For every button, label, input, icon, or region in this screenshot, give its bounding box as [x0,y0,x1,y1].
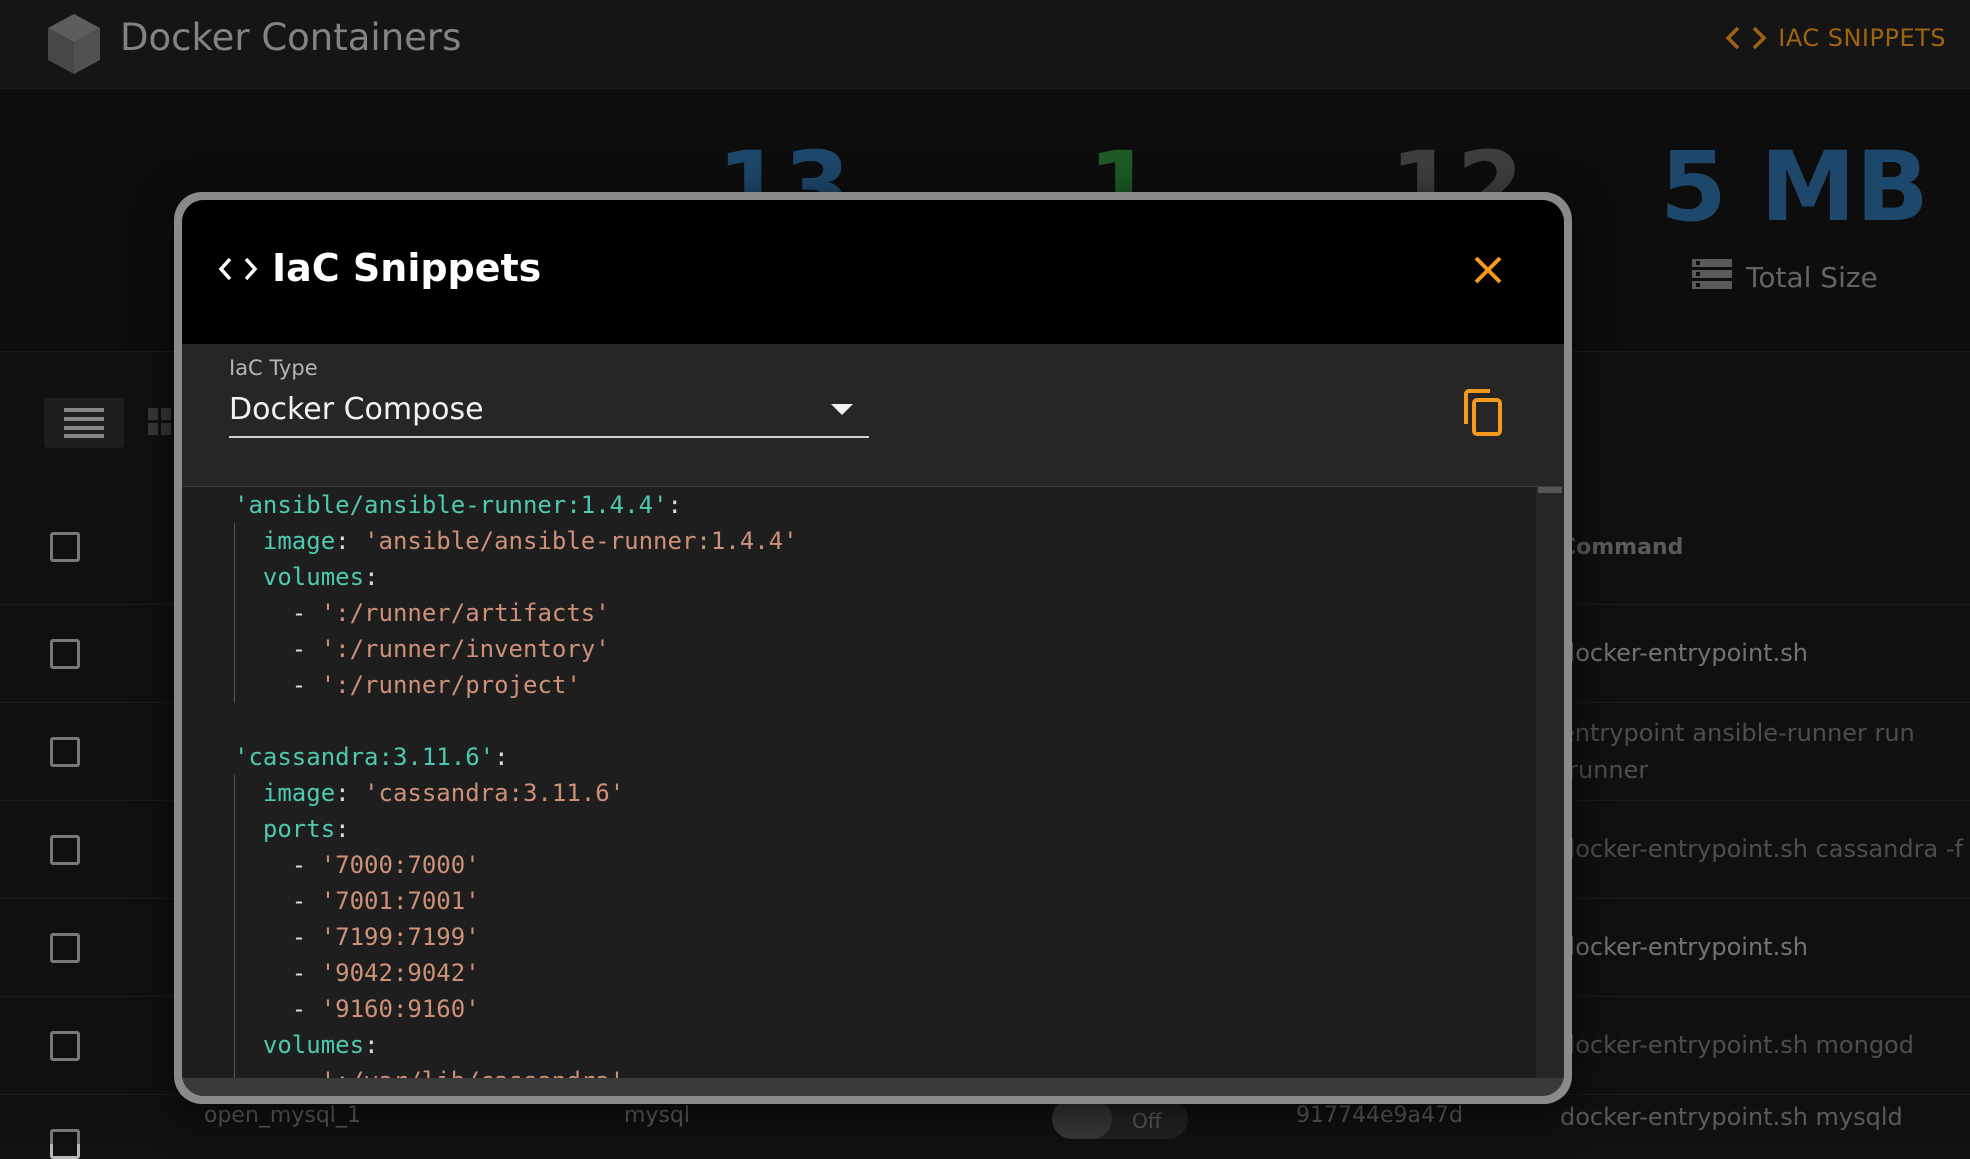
code-line: - '7199:7199' [234,919,798,955]
code-key: 'cassandra:3.11.6' [234,743,495,771]
code-punct: : [667,491,682,519]
code-line: volumes: [234,1027,798,1063]
code-icon [218,257,258,281]
code-snippet-viewer[interactable]: 'ansible/ansible-runner:1.4.4': image: '… [182,487,1542,1084]
code-line: image: 'ansible/ansible-runner:1.4.4' [234,523,798,559]
code-dash: - [291,635,321,663]
code-value: '7199:7199' [320,923,480,951]
code-key: 'ansible/ansible-runner:1.4.4' [234,491,668,519]
code-punct: : [335,527,365,555]
code-value: '9160:9160' [320,995,480,1023]
code-punct: : [364,563,379,591]
code-line: - '7000:7000' [234,847,798,883]
code-value: ':/runner/project' [320,671,581,699]
code-line: ports: [234,811,798,847]
copy-icon[interactable] [1460,388,1504,438]
code-dash: - [291,671,321,699]
dialog-surface: IaC Snippets IaC Type Docker Compose 'an… [182,200,1564,1096]
code-key: image [262,527,336,555]
code-dash: - [291,959,321,987]
code-line: volumes: [234,559,798,595]
code-line: - '9160:9160' [234,991,798,1027]
iac-type-value: Docker Compose [229,392,484,427]
code-punct: : [335,815,350,843]
code-line: - '7001:7001' [234,883,798,919]
yaml-code: 'ansible/ansible-runner:1.4.4': image: '… [234,487,798,1084]
code-line: image: 'cassandra:3.11.6' [234,775,798,811]
code-value: '9042:9042' [320,959,480,987]
iac-type-select[interactable]: Docker Compose [229,382,869,438]
code-line: - '9042:9042' [234,955,798,991]
code-dash: - [291,923,321,951]
code-value: '7001:7001' [320,887,480,915]
code-value: 'cassandra:3.11.6' [364,779,625,807]
code-key: volumes [262,1031,365,1059]
code-dash: - [291,599,321,627]
iac-type-label: IaC Type [229,356,318,380]
code-value: '7000:7000' [320,851,480,879]
code-punct: : [494,743,509,771]
code-line: - ':/runner/project' [234,667,798,703]
close-icon[interactable] [1468,250,1508,290]
code-value: 'ansible/ansible-runner:1.4.4' [364,527,798,555]
horizontal-scrollbar[interactable] [182,1078,1564,1096]
code-key: image [262,779,336,807]
chevron-down-icon [831,404,853,415]
code-dash: - [291,995,321,1023]
code-punct: : [364,1031,379,1059]
code-dash: - [291,887,321,915]
code-key: ports [262,815,336,843]
code-line: 'ansible/ansible-runner:1.4.4': [234,487,798,523]
code-key: volumes [262,563,365,591]
code-scrollbar[interactable] [1536,487,1564,1084]
code-dash: - [291,851,321,879]
iac-snippets-dialog: IaC Snippets IaC Type Docker Compose 'an… [174,192,1572,1104]
code-scrollbar-thumb[interactable] [1538,487,1562,493]
iac-type-form: IaC Type Docker Compose [182,344,1564,487]
code-line: 'cassandra:3.11.6': [234,739,798,775]
code-value: ':/runner/inventory' [320,635,610,663]
code-line: - ':/runner/artifacts' [234,595,798,631]
dialog-header: IaC Snippets [182,200,1564,344]
code-punct: : [335,779,365,807]
code-value: ':/runner/artifacts' [320,599,610,627]
code-line: - ':/runner/inventory' [234,631,798,667]
dialog-title: IaC Snippets [272,246,542,290]
